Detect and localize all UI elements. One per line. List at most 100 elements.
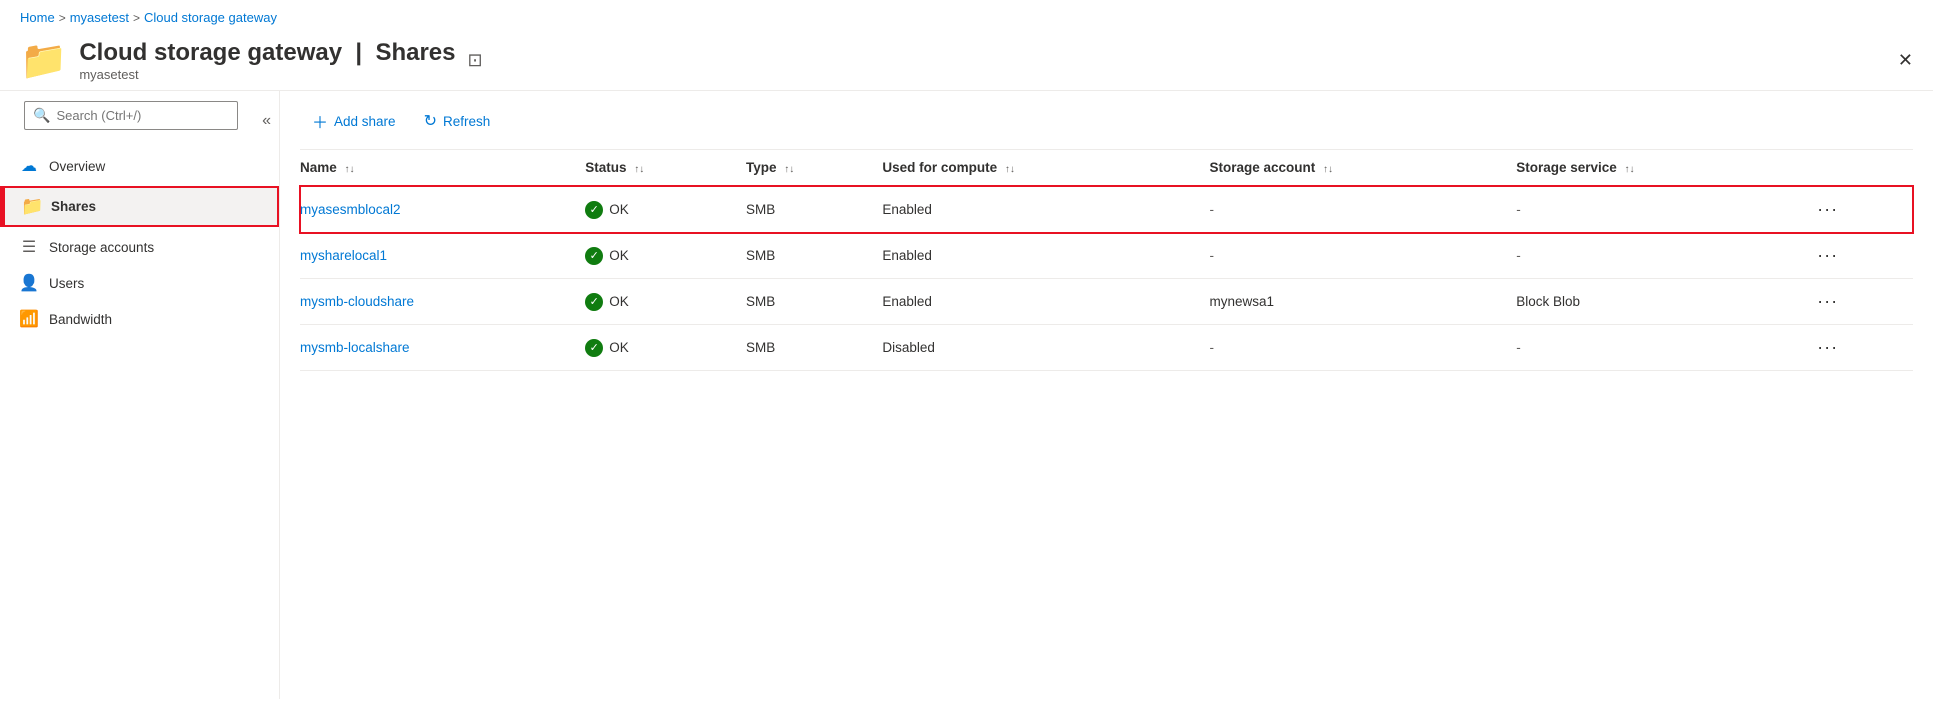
shares-wrapper: 📁 Shares <box>0 186 279 227</box>
bandwidth-icon: 📶 <box>19 309 39 329</box>
cell-more[interactable]: ··· <box>1811 233 1913 279</box>
cell-used-for-compute: Enabled <box>882 186 1209 233</box>
cell-storage-account: - <box>1209 325 1516 371</box>
add-icon: ＋ <box>312 109 328 133</box>
more-options-button[interactable]: ··· <box>1811 197 1844 222</box>
folder-icon: 📁 <box>20 42 67 80</box>
header-title-group: Cloud storage gateway | Shares myasetest <box>79 39 455 82</box>
search-input[interactable] <box>56 108 229 123</box>
cell-storage-service: - <box>1516 186 1811 233</box>
cell-storage-account: mynewsa1 <box>1209 279 1516 325</box>
search-row: 🔍 « <box>0 101 279 148</box>
cell-status: ✓ OK <box>585 325 746 371</box>
user-icon: 👤 <box>19 273 39 293</box>
breadcrumb-myasetest[interactable]: myasetest <box>70 10 129 25</box>
sort-arrows-type: ↑↓ <box>784 164 794 175</box>
sidebar-item-bandwidth[interactable]: 📶 Bandwidth <box>0 301 279 337</box>
sidebar-item-shares[interactable]: 📁 Shares <box>2 188 277 225</box>
cell-used-for-compute: Disabled <box>882 325 1209 371</box>
cell-storage-service: Block Blob <box>1516 279 1811 325</box>
breadcrumb-sep-2: > <box>133 11 140 25</box>
cell-more[interactable]: ··· <box>1811 186 1913 233</box>
sidebar-item-label-shares: Shares <box>51 199 96 214</box>
col-used-for-compute[interactable]: Used for compute ↑↓ <box>882 150 1209 186</box>
sidebar-item-label-users: Users <box>49 276 84 291</box>
cell-storage-service: - <box>1516 233 1811 279</box>
table-row[interactable]: mysmb-cloudshare✓OKSMBEnabledmynewsa1Blo… <box>300 279 1913 325</box>
sidebar: 🔍 « ☁ Overview 📁 Shares ☰ Storage accoun… <box>0 91 280 699</box>
more-options-button[interactable]: ··· <box>1811 289 1844 314</box>
cell-storage-account: - <box>1209 233 1516 279</box>
cell-name: myasesmblocal2 <box>300 186 585 233</box>
col-name[interactable]: Name ↑↓ <box>300 150 585 186</box>
more-options-button[interactable]: ··· <box>1811 243 1844 268</box>
status-ok-text: OK <box>609 340 629 355</box>
add-share-label: Add share <box>334 114 396 129</box>
sort-arrows-account: ↑↓ <box>1323 164 1333 175</box>
cell-name: mysmb-localshare <box>300 325 585 371</box>
table-row[interactable]: mysharelocal1✓OKSMBEnabled--··· <box>300 233 1913 279</box>
breadcrumb-sep-1: > <box>59 11 66 25</box>
cell-status: ✓ OK <box>585 233 746 279</box>
cell-more[interactable]: ··· <box>1811 279 1913 325</box>
sidebar-item-label-storage-accounts: Storage accounts <box>49 240 154 255</box>
cell-type: SMB <box>746 279 882 325</box>
table-row[interactable]: mysmb-localshare✓OKSMBDisabled--··· <box>300 325 1913 371</box>
content-area: ＋ Add share ↻ Refresh Name ↑↓ S <box>280 91 1933 699</box>
header-left: 📁 Cloud storage gateway | Shares myasete… <box>20 39 483 82</box>
table-row[interactable]: myasesmblocal2✓OKSMBEnabled--··· <box>300 186 1913 233</box>
refresh-icon: ↻ <box>424 111 437 131</box>
more-options-button[interactable]: ··· <box>1811 335 1844 360</box>
pin-icon[interactable]: ⊡ <box>468 50 483 71</box>
status-ok-icon: ✓ <box>585 293 603 311</box>
breadcrumb-cloud-storage-gateway[interactable]: Cloud storage gateway <box>144 10 277 25</box>
sort-arrows-compute: ↑↓ <box>1005 164 1015 175</box>
storage-icon: ☰ <box>19 237 39 257</box>
status-ok-icon: ✓ <box>585 201 603 219</box>
sort-arrows-name: ↑↓ <box>345 164 355 175</box>
status-ok-text: OK <box>609 202 629 217</box>
col-actions <box>1811 150 1913 186</box>
shares-table: Name ↑↓ Status ↑↓ Type ↑↓ Used for com <box>300 150 1913 371</box>
col-storage-service[interactable]: Storage service ↑↓ <box>1516 150 1811 186</box>
search-bar[interactable]: 🔍 <box>24 101 238 130</box>
collapse-button[interactable]: « <box>258 108 275 134</box>
status-ok-icon: ✓ <box>585 247 603 265</box>
status-ok-icon: ✓ <box>585 339 603 357</box>
page-header: 📁 Cloud storage gateway | Shares myasete… <box>0 31 1933 91</box>
cell-type: SMB <box>746 325 882 371</box>
folder-nav-icon: 📁 <box>21 196 41 217</box>
toolbar: ＋ Add share ↻ Refresh <box>300 91 1913 150</box>
close-icon[interactable]: ✕ <box>1898 50 1913 71</box>
table-header-row: Name ↑↓ Status ↑↓ Type ↑↓ Used for com <box>300 150 1913 186</box>
col-storage-account[interactable]: Storage account ↑↓ <box>1209 150 1516 186</box>
add-share-button[interactable]: ＋ Add share <box>300 103 408 139</box>
cell-used-for-compute: Enabled <box>882 233 1209 279</box>
search-icon: 🔍 <box>33 107 50 124</box>
col-type[interactable]: Type ↑↓ <box>746 150 882 186</box>
cell-name: mysharelocal1 <box>300 233 585 279</box>
cell-name: mysmb-cloudshare <box>300 279 585 325</box>
page-subtitle: myasetest <box>79 67 455 82</box>
sidebar-item-label-overview: Overview <box>49 159 105 174</box>
sidebar-item-overview[interactable]: ☁ Overview <box>0 148 279 184</box>
sort-arrows-status: ↑↓ <box>634 164 644 175</box>
table-body: myasesmblocal2✓OKSMBEnabled--···mysharel… <box>300 186 1913 371</box>
cell-status: ✓OK <box>585 279 746 325</box>
col-status[interactable]: Status ↑↓ <box>585 150 746 186</box>
table-header: Name ↑↓ Status ↑↓ Type ↑↓ Used for com <box>300 150 1913 186</box>
sidebar-item-storage-accounts[interactable]: ☰ Storage accounts <box>0 229 279 265</box>
sidebar-item-users[interactable]: 👤 Users <box>0 265 279 301</box>
cell-type: SMB <box>746 233 882 279</box>
sort-arrows-service: ↑↓ <box>1625 164 1635 175</box>
cell-type: SMB <box>746 186 882 233</box>
cell-more[interactable]: ··· <box>1811 325 1913 371</box>
breadcrumb: Home > myasetest > Cloud storage gateway <box>0 0 1933 31</box>
status-ok-text: OK <box>609 248 629 263</box>
refresh-button[interactable]: ↻ Refresh <box>412 105 503 137</box>
shares-table-wrap: Name ↑↓ Status ↑↓ Type ↑↓ Used for com <box>300 150 1913 371</box>
breadcrumb-home[interactable]: Home <box>20 10 55 25</box>
main-layout: 🔍 « ☁ Overview 📁 Shares ☰ Storage accoun… <box>0 91 1933 699</box>
cell-storage-account: - <box>1209 186 1516 233</box>
refresh-label: Refresh <box>443 114 490 129</box>
